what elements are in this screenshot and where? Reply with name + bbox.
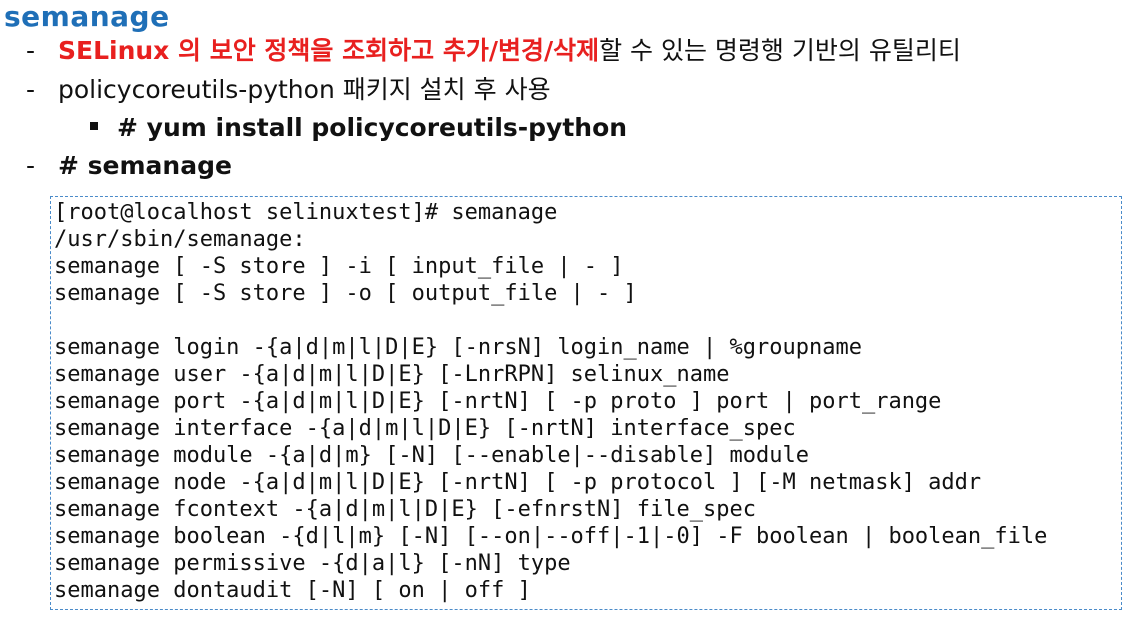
bullet-dash-3: - (26, 151, 36, 180)
semanage-command: # semanage (58, 151, 232, 180)
terminal-output: [root@localhost selinuxtest]# semanage /… (50, 196, 1122, 610)
terminal-line: semanage module -{a|d|m} [-N] [--enable|… (54, 443, 809, 468)
terminal-line: semanage boolean -{d|l|m} [-N] [--on|--o… (54, 524, 1048, 549)
terminal-line: semanage fcontext -{a|d|m|l|D|E} [-efnrs… (54, 497, 756, 522)
bullet-dash-1: - (26, 36, 36, 65)
terminal-line: semanage [ -S store ] -i [ input_file | … (54, 254, 624, 279)
install-command: # yum install policycoreutils-python (117, 113, 628, 142)
terminal-line: semanage user -{a|d|m|l|D|E} [-LnrRPN] s… (54, 362, 730, 387)
description-rest: 할 수 있는 명령행 기반의 유틸리티 (599, 36, 961, 65)
terminal-line: semanage port -{a|d|m|l|D|E} [-nrtN] [ -… (54, 389, 942, 414)
terminal-line: semanage [ -S store ] -o [ output_file |… (54, 281, 637, 306)
terminal-line: semanage dontaudit [-N] [ on | off ] (54, 578, 531, 603)
description-highlight: SELinux 의 보안 정책을 조회하고 추가/변경/삭제 (58, 36, 600, 65)
square-bullet-icon (90, 122, 98, 130)
bullet-dash-2: - (26, 75, 36, 104)
terminal-line: semanage node -{a|d|m|l|D|E} [-nrtN] [ -… (54, 470, 982, 495)
terminal-line: semanage permissive -{d|a|l} [-nN] type (54, 551, 571, 576)
description-line: SELinux 의 보안 정책을 조회하고 추가/변경/삭제할 수 있는 명령행… (58, 34, 961, 68)
page-title: semanage (4, 0, 170, 33)
terminal-line: /usr/sbin/semanage: (54, 227, 306, 252)
terminal-line: semanage login -{a|d|m|l|D|E} [-nrsN] lo… (54, 335, 862, 360)
terminal-line: semanage interface -{a|d|m|l|D|E} [-nrtN… (54, 416, 796, 441)
terminal-line: [root@localhost selinuxtest]# semanage (54, 200, 558, 225)
package-line: policycoreutils-python 패키지 설치 후 사용 (58, 75, 551, 104)
